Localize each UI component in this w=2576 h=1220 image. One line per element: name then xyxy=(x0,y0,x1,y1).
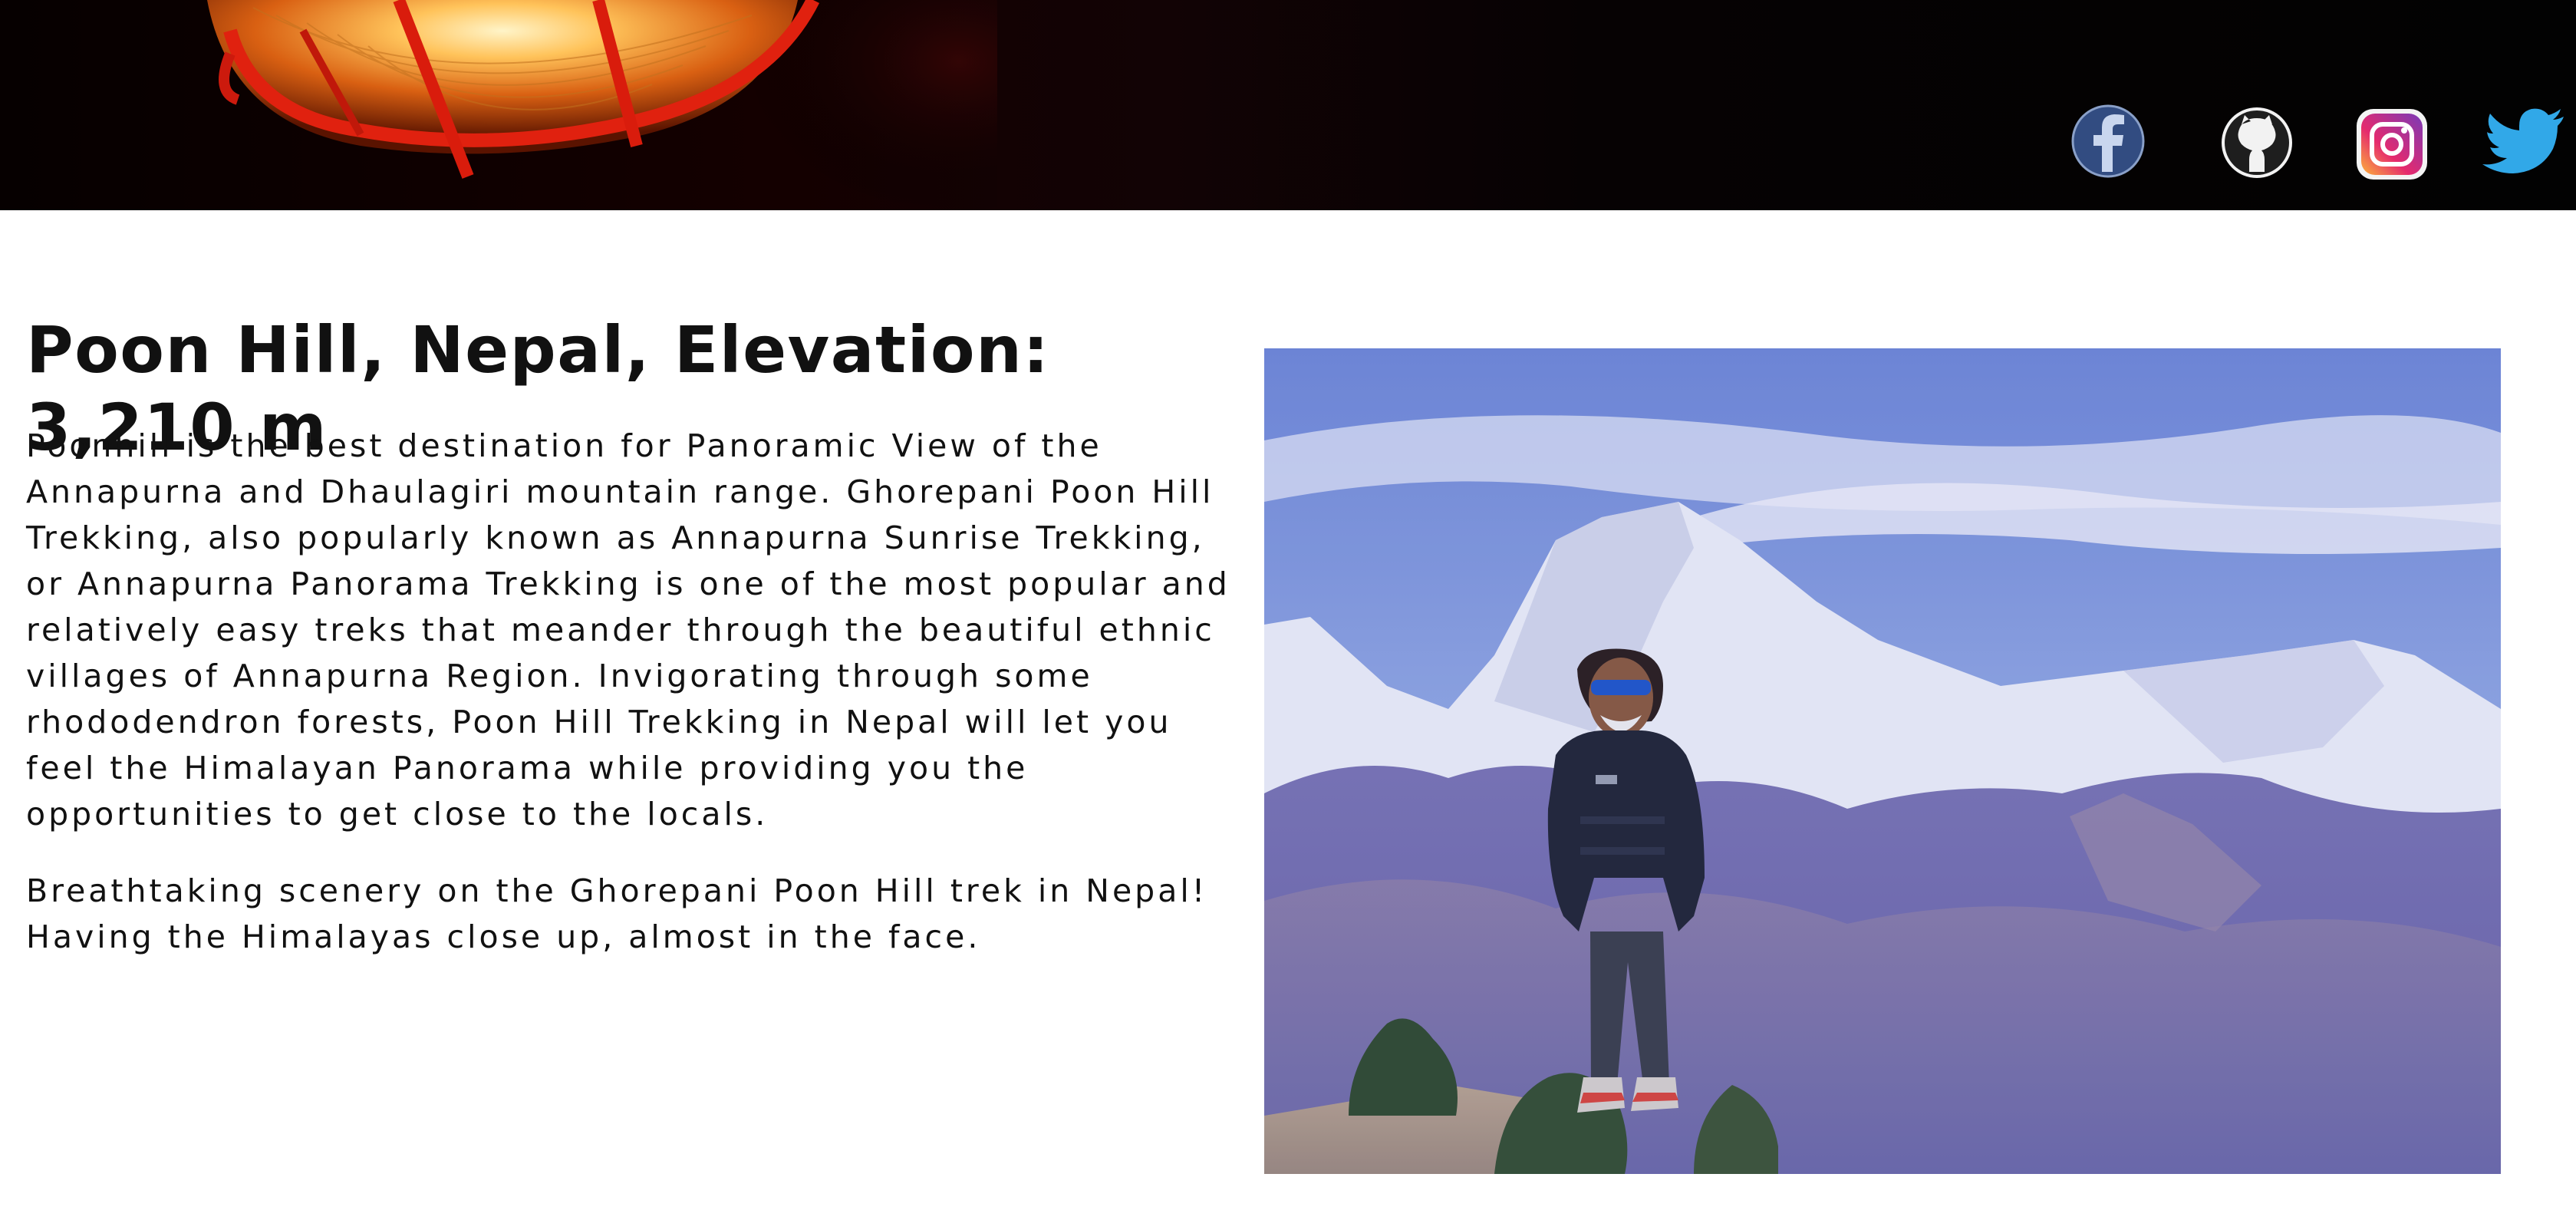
description: Poonhill is the best destination for Pan… xyxy=(26,423,1246,991)
main-content: Poon Hill, Nepal, Elevation: 3,210 m Poo… xyxy=(0,210,2576,1220)
cage-lamp-image xyxy=(207,0,997,210)
instagram-link[interactable] xyxy=(2346,92,2438,184)
instagram-icon xyxy=(2357,109,2427,180)
facebook-icon xyxy=(2071,104,2145,178)
description-paragraph: Breathtaking scenery on the Ghorepani Po… xyxy=(26,872,1208,955)
mountain-photo xyxy=(1264,348,2501,1174)
social-links xyxy=(2039,92,2576,199)
twitter-link[interactable] xyxy=(2479,92,2571,184)
description-paragraph: Poonhill is the best destination for Pan… xyxy=(26,427,1230,833)
facebook-link[interactable] xyxy=(2065,92,2157,184)
github-link[interactable] xyxy=(2211,92,2303,184)
twitter-icon xyxy=(2482,108,2564,173)
header-banner xyxy=(0,0,2576,210)
trek-photo xyxy=(1264,348,2501,1174)
github-icon xyxy=(2222,107,2292,178)
